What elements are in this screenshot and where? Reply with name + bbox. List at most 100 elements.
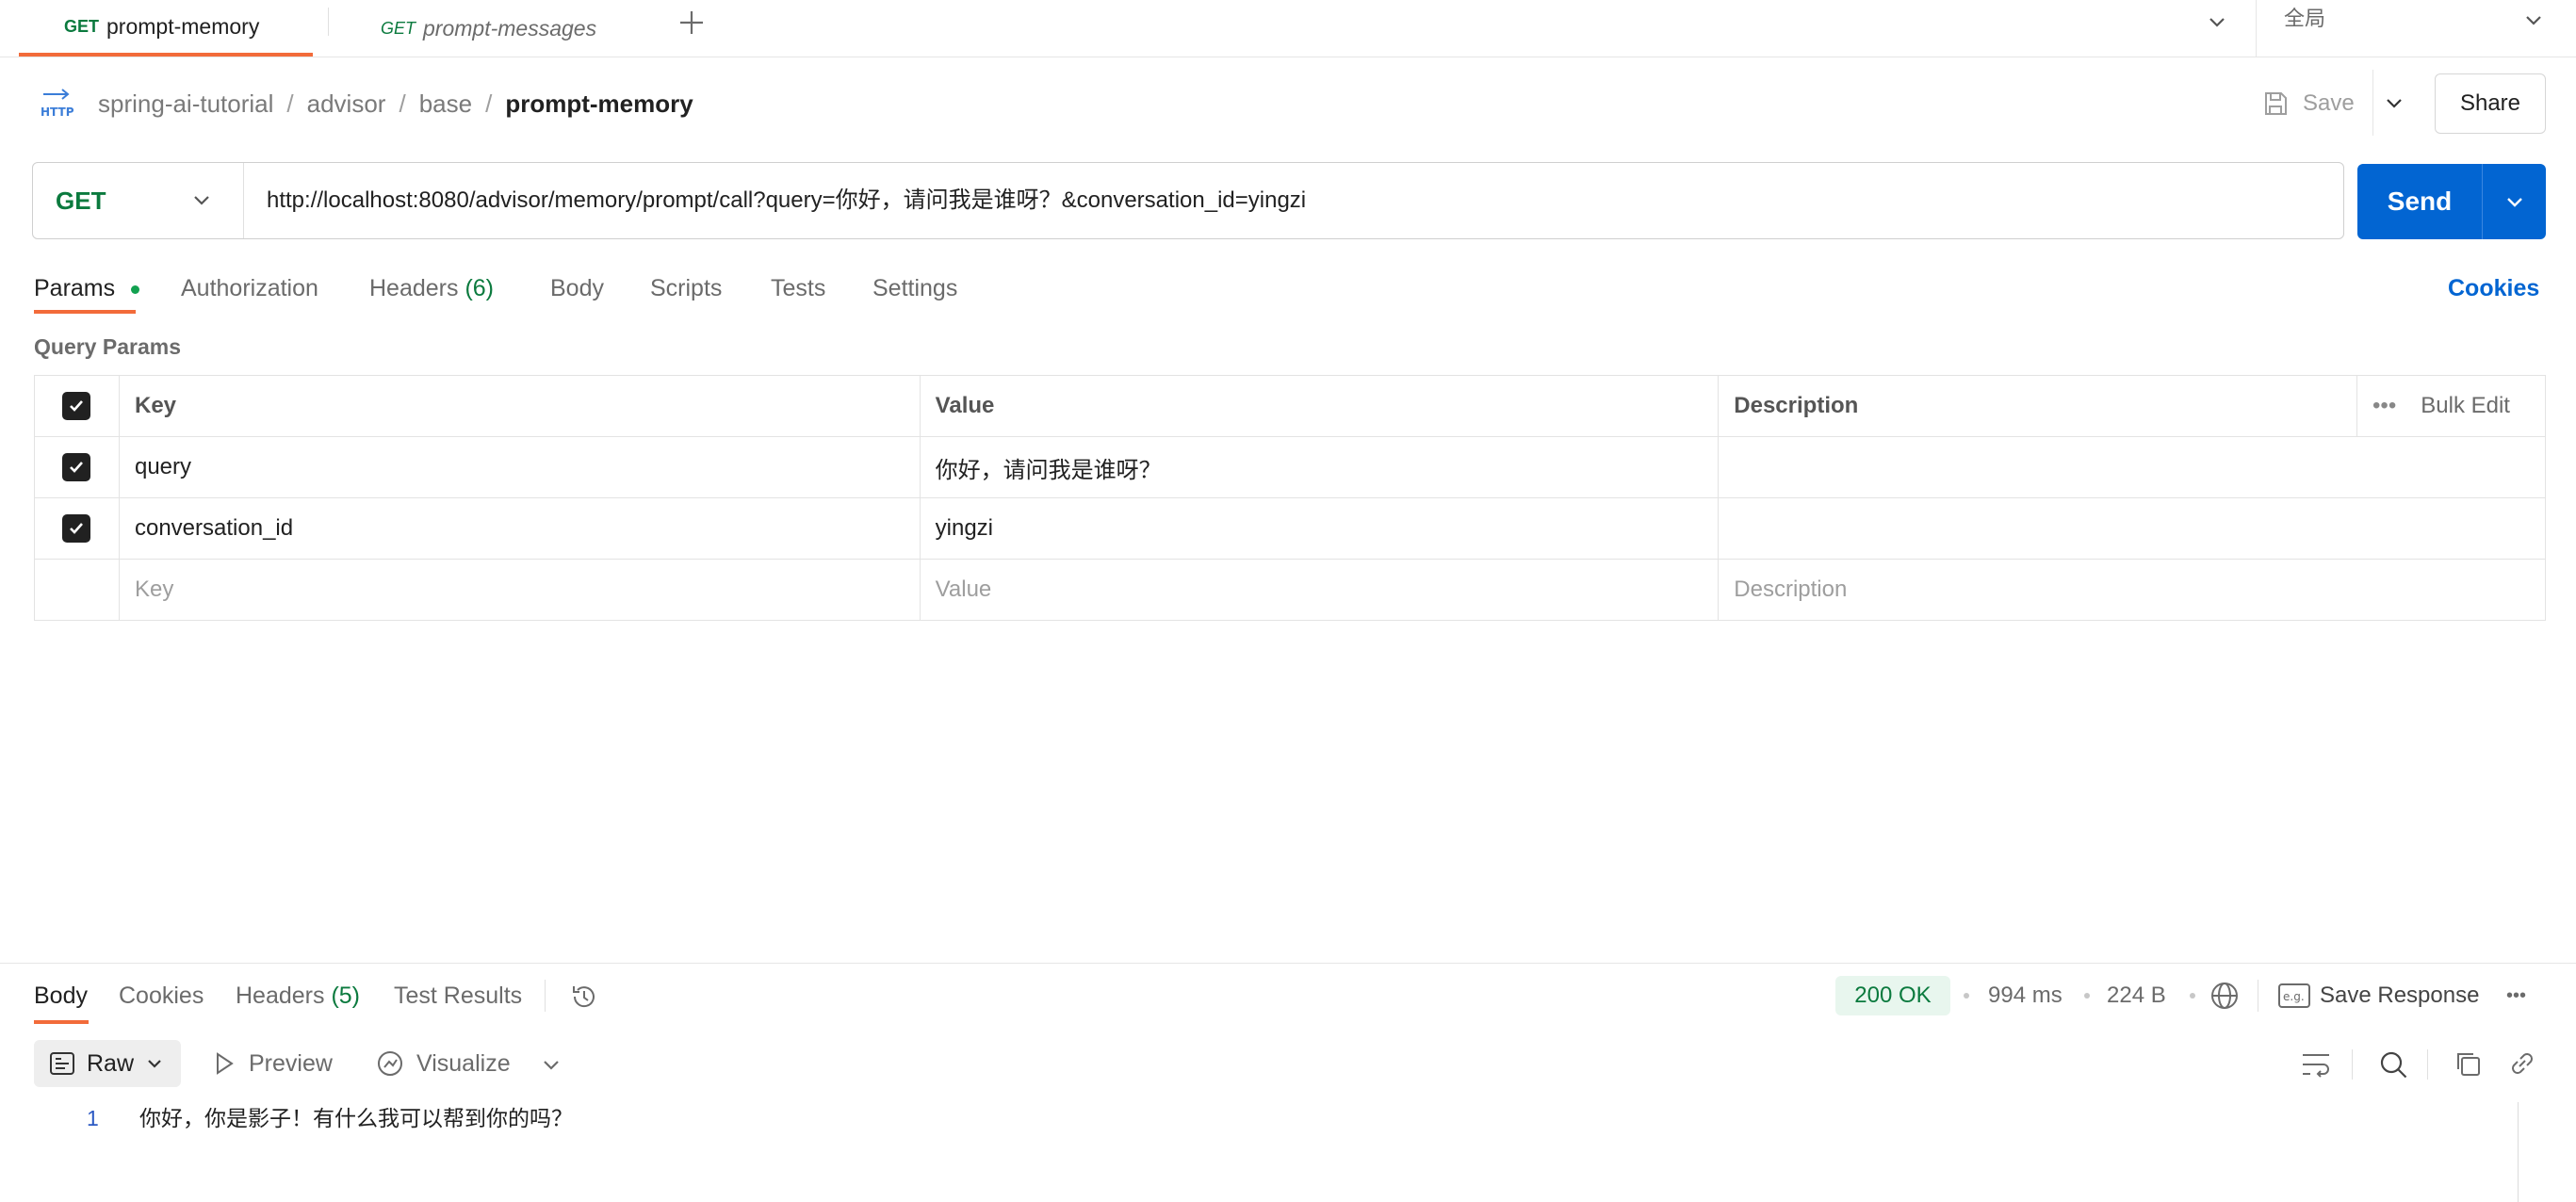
tab-authorization[interactable]: Authorization <box>181 268 318 309</box>
save-label: Save <box>2303 90 2355 116</box>
breadcrumb-item[interactable]: base <box>419 89 472 119</box>
preview-button[interactable]: Preview <box>213 1040 333 1087</box>
param-key[interactable]: query <box>118 436 921 498</box>
svg-text:e.g.: e.g. <box>2283 990 2305 1003</box>
save-divider <box>2372 70 2373 136</box>
http-request-icon: HTTP <box>38 87 75 121</box>
breadcrumb-item[interactable]: advisor <box>307 89 386 119</box>
tab-body[interactable]: Body <box>550 268 604 309</box>
response-headers-label: Headers <box>236 983 325 1009</box>
params-table: Key Value Description ••• Bulk Edit query… <box>34 375 2546 621</box>
column-key: Key <box>118 375 921 437</box>
request-tab-prompt-messages[interactable]: GET prompt-messages <box>330 0 596 57</box>
bulk-edit-cell: ••• Bulk Edit <box>2356 375 2546 437</box>
param-description[interactable] <box>1718 497 2546 560</box>
scrollbar[interactable] <box>2518 1102 2519 1202</box>
response-tab-headers[interactable]: Headers (5) <box>236 976 360 1015</box>
column-value: Value <box>919 375 1720 437</box>
link-icon[interactable] <box>2506 1048 2538 1080</box>
example-icon: e.g. <box>2278 983 2310 1008</box>
param-enabled-checkbox[interactable] <box>62 453 91 481</box>
breadcrumb-separator: / <box>286 89 294 118</box>
more-options-icon[interactable]: ••• <box>2372 393 2396 419</box>
new-param-description-input[interactable]: Description <box>1718 559 2546 621</box>
tab-divider <box>328 8 329 36</box>
search-icon[interactable] <box>2376 1048 2410 1081</box>
breadcrumb-separator: / <box>485 89 493 118</box>
request-name[interactable]: prompt-memory <box>505 89 693 119</box>
response-tab-body[interactable]: Body <box>34 976 88 1015</box>
tabs-overflow-chevron-down-icon[interactable] <box>2203 8 2231 36</box>
url-input[interactable]: http://localhost:8080/advisor/memory/pro… <box>267 163 1306 238</box>
method-select[interactable]: GET <box>33 163 244 238</box>
response-headers-count: (5) <box>331 983 361 1009</box>
visualize-label: Visualize <box>416 1049 511 1077</box>
param-key[interactable]: conversation_id <box>118 497 921 560</box>
breadcrumb-separator: / <box>399 89 406 118</box>
save-button[interactable]: Save <box>2261 85 2365 122</box>
breadcrumb-item[interactable]: spring-ai-tutorial <box>98 89 273 119</box>
response-size[interactable]: 224 B <box>2107 976 2166 1015</box>
globe-icon[interactable] <box>2209 980 2241 1012</box>
chevron-down-icon <box>2519 6 2548 34</box>
bulk-edit-link[interactable]: Bulk Edit <box>2421 393 2510 418</box>
table-row: query 你好，请问我是谁呀？ <box>34 436 2546 498</box>
response-more-options-icon[interactable]: ••• <box>2506 976 2526 1015</box>
meta-dot <box>2084 993 2090 999</box>
params-header-row: Key Value Description ••• Bulk Edit <box>34 375 2546 437</box>
select-all-checkbox[interactable] <box>62 392 91 420</box>
param-value[interactable]: yingzi <box>919 497 1720 560</box>
table-row-new: Key Value Description <box>34 559 2546 621</box>
env-divider <box>2256 0 2257 57</box>
method-label: GET <box>56 186 106 215</box>
environment-select[interactable]: 全局 <box>2259 0 2576 57</box>
chevron-down-icon <box>143 1052 166 1075</box>
share-label: Share <box>2459 90 2521 116</box>
tab-params[interactable]: Params <box>34 268 140 309</box>
new-tab-plus-icon[interactable] <box>675 6 709 40</box>
request-tab-prompt-memory[interactable]: GET prompt-memory <box>19 0 313 57</box>
chevron-down-icon <box>187 186 216 214</box>
tab-settings[interactable]: Settings <box>872 268 957 309</box>
history-icon[interactable] <box>569 982 599 1012</box>
empty-checkbox-cell <box>34 559 120 621</box>
tab-label: prompt-messages <box>423 15 597 41</box>
tab-method: GET <box>381 18 416 38</box>
breadcrumb: spring-ai-tutorial / advisor / base / pr… <box>98 83 693 124</box>
raw-view-select[interactable]: Raw <box>34 1040 181 1087</box>
tabs-divider <box>545 980 546 1012</box>
play-icon <box>213 1051 236 1076</box>
param-enabled-checkbox[interactable] <box>62 514 91 543</box>
tab-headers[interactable]: Headers (6) <box>369 268 494 309</box>
response-tab-test-results[interactable]: Test Results <box>394 976 522 1015</box>
tab-params-label: Params <box>34 275 116 301</box>
response-tab-cookies[interactable]: Cookies <box>119 976 204 1015</box>
response-time[interactable]: 994 ms <box>1988 976 2062 1015</box>
meta-dot <box>1964 993 1969 999</box>
headers-count: (6) <box>465 275 495 301</box>
environment-label: 全局 <box>2284 7 2326 30</box>
share-button[interactable]: Share <box>2435 73 2546 134</box>
raw-icon <box>49 1050 75 1077</box>
param-description[interactable] <box>1718 436 2546 498</box>
visualize-icon <box>375 1048 405 1079</box>
tab-label: prompt-memory <box>106 13 260 39</box>
toolbar-divider <box>2352 1049 2353 1080</box>
save-options-chevron-down-icon[interactable] <box>2380 89 2408 117</box>
visualize-button[interactable]: Visualize <box>375 1040 511 1087</box>
new-param-value-input[interactable]: Value <box>919 559 1720 621</box>
new-param-key-input[interactable]: Key <box>118 559 921 621</box>
tab-tests[interactable]: Tests <box>771 268 825 309</box>
cookies-link[interactable]: Cookies <box>2448 268 2539 309</box>
wrap-lines-icon[interactable] <box>2299 1048 2333 1081</box>
send-button[interactable]: Send <box>2357 164 2482 239</box>
status-badge[interactable]: 200 OK <box>1835 976 1950 1015</box>
view-options-chevron-down-icon[interactable] <box>537 1051 565 1080</box>
param-value[interactable]: 你好，请问我是谁呀？ <box>919 436 1720 498</box>
save-response-button[interactable]: e.g. Save Response <box>2278 976 2479 1015</box>
table-row: conversation_id yingzi <box>34 497 2546 560</box>
send-options-chevron-down-icon[interactable] <box>2483 164 2546 239</box>
tab-scripts[interactable]: Scripts <box>650 268 722 309</box>
response-body-line[interactable]: 你好，你是影子！有什么我可以帮到你的吗？ <box>139 1098 573 1138</box>
copy-icon[interactable] <box>2452 1048 2484 1080</box>
